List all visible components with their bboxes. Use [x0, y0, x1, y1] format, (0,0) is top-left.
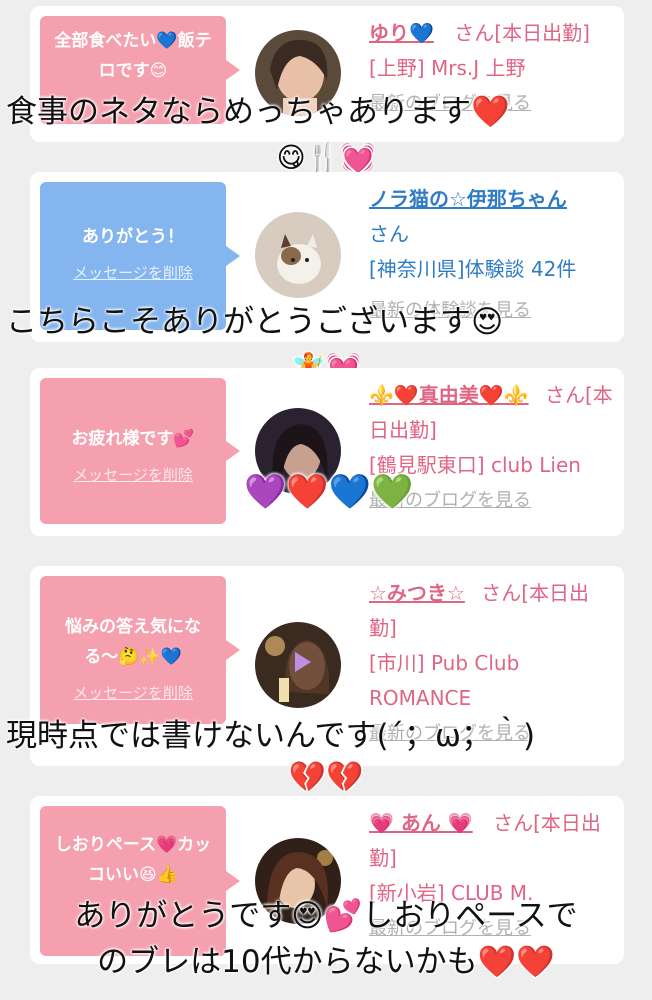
message-text: しおりペース💗カッコいい😆👍	[54, 835, 212, 885]
user-name-link[interactable]: ☆みつき☆	[369, 581, 465, 605]
message-card: しおりペース💗カッコいい😆👍 💗 あん 💗 さん[本日出勤] [新小岩] CLU…	[30, 796, 624, 964]
message-bubble: 悩みの答え気になる〜🤔✨💙 メッセージを削除	[40, 576, 240, 724]
delete-message-link[interactable]: メッセージを削除	[50, 460, 216, 490]
caption: 食事のネタならめっちゃあります❤️	[6, 94, 510, 130]
avatar[interactable]	[255, 212, 341, 298]
caption-line-2: のブレは10代からないかも❤️❤️	[97, 944, 555, 980]
delete-message-link[interactable]: メッセージを削除	[50, 678, 216, 708]
caption: 現時点では書けないんです(´；ω；｀)	[6, 718, 536, 754]
message-text: ありがとう！	[82, 227, 184, 247]
message-text: 悩みの答え気になる〜🤔✨💙	[65, 617, 201, 667]
message-bubble: お疲れ様です💕 メッセージを削除	[40, 378, 240, 524]
shop-label: [市川] Pub Club ROMANCE	[369, 651, 520, 710]
san-label: さん	[369, 222, 409, 246]
user-name-link[interactable]: 💗 あん 💗	[369, 811, 473, 835]
user-name-link[interactable]: ノラ猫の☆伊那ちゃん	[369, 187, 567, 211]
caption: こちらこそありがとうございます😍	[6, 304, 504, 340]
caption-emoji: 💜❤️💙💚	[244, 472, 414, 512]
message-text: 全部食べたい💙飯テロです😊	[54, 31, 212, 81]
caption: ありがとうです😍💕しおりペースで	[74, 898, 578, 934]
delete-message-link[interactable]: メッセージを削除	[50, 258, 216, 288]
shop-label: [神奈川県]体験談 42件	[369, 257, 577, 281]
avatar[interactable]	[255, 622, 341, 708]
san-label: さん[本日出勤]	[454, 21, 590, 45]
shop-label: [上野] Mrs.J 上野	[369, 56, 526, 80]
caption-emoji: 💔💔	[288, 760, 364, 795]
user-name-link[interactable]: ゆり💙	[369, 21, 434, 45]
message-text: お疲れ様です💕	[71, 429, 195, 449]
user-name-link[interactable]: ⚜️❤️真由美❤️⚜️	[369, 383, 529, 407]
